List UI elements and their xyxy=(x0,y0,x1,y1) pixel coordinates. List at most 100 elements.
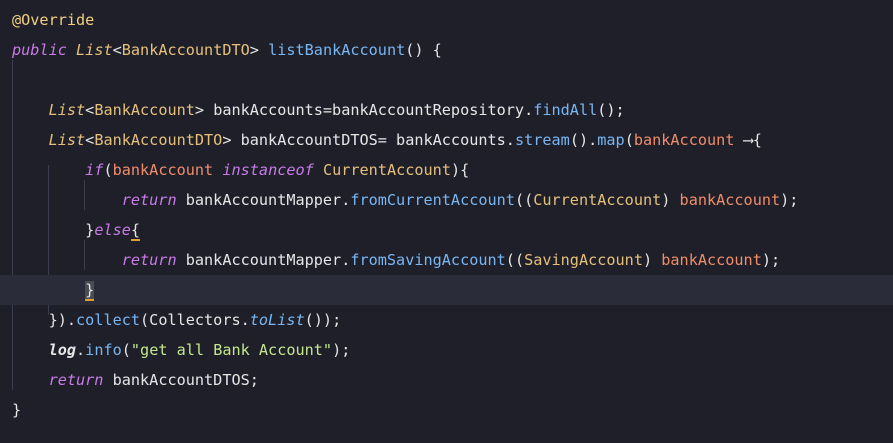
code-line[interactable] xyxy=(0,65,893,95)
code-token: stream xyxy=(514,131,570,149)
code-token: > bankAccounts=bankAccountRepository. xyxy=(194,101,534,119)
code-token: ⟶{ xyxy=(734,131,762,149)
code-token: ( xyxy=(103,161,113,179)
code-token: return xyxy=(48,371,104,389)
code-line[interactable]: log.info("get all Bank Account"); xyxy=(0,335,893,365)
code-token: > xyxy=(249,41,269,59)
code-token: < xyxy=(85,101,95,119)
code-token: toList xyxy=(249,311,305,329)
code-line[interactable]: } xyxy=(0,275,893,305)
code-token: () { xyxy=(405,41,442,59)
code-token: ()); xyxy=(304,311,342,329)
code-token: findAll xyxy=(533,101,598,119)
code-token: "get all Bank Account" xyxy=(130,341,333,359)
code-token: List xyxy=(76,41,113,59)
code-line-text: }else{ xyxy=(12,215,141,245)
code-token: ( xyxy=(121,341,131,359)
code-line-text: }).collect(Collectors.toList()); xyxy=(12,305,342,335)
code-token: ); xyxy=(332,341,351,359)
code-line[interactable]: return bankAccountMapper.fromCurrentAcco… xyxy=(0,185,893,215)
code-token: map xyxy=(597,131,625,149)
code-token: info xyxy=(85,341,122,359)
code-token: (( xyxy=(505,251,525,269)
code-line[interactable]: List<BankAccountDTO> bankAccountDTOS= ba… xyxy=(0,125,893,155)
code-token: (Collectors. xyxy=(140,311,250,329)
code-line[interactable]: return bankAccountDTOS; xyxy=(0,365,893,395)
code-token: bankAccount xyxy=(633,131,735,149)
code-token: bankAccount xyxy=(679,191,781,209)
code-token: bankAccountMapper. xyxy=(176,251,351,269)
code-line-text: } xyxy=(12,395,21,425)
code-token: fromCurrentAccount xyxy=(350,191,515,209)
code-token: ){ xyxy=(450,161,470,179)
code-token: (); xyxy=(597,101,625,119)
code-line[interactable]: } xyxy=(0,395,893,425)
code-token: return xyxy=(121,191,177,209)
code-token: List xyxy=(48,101,86,119)
code-line[interactable]: if(bankAccount instanceof CurrentAccount… xyxy=(0,155,893,185)
code-token: (( xyxy=(514,191,534,209)
code-line-text: return bankAccountMapper.fromCurrentAcco… xyxy=(12,185,799,215)
code-line[interactable]: }else{ xyxy=(0,215,893,245)
code-token: bankAccountDTOS; xyxy=(103,371,259,389)
code-token: log xyxy=(48,341,77,359)
code-line-text: @Override xyxy=(12,5,94,35)
code-token: BankAccountDTO xyxy=(94,131,223,149)
code-token: } xyxy=(85,281,95,301)
code-line[interactable]: public List<BankAccountDTO> listBankAcco… xyxy=(0,35,893,65)
code-line[interactable]: List<BankAccount> bankAccounts=bankAccou… xyxy=(0,95,893,125)
code-line[interactable]: @Override xyxy=(0,5,893,35)
code-token: } xyxy=(12,401,22,419)
code-line[interactable]: }).collect(Collectors.toList()); xyxy=(0,305,893,335)
code-token: SavingAccount xyxy=(524,251,643,269)
code-line-text: log.info("get all Bank Account"); xyxy=(12,335,351,365)
code-token: collect xyxy=(76,311,141,329)
code-token: }). xyxy=(12,311,77,329)
code-token: CurrentAccount xyxy=(322,161,451,179)
code-line-text: if(bankAccount instanceof CurrentAccount… xyxy=(12,155,469,185)
code-token: List xyxy=(48,131,86,149)
code-token: listBankAccount xyxy=(268,41,406,59)
code-token: else xyxy=(94,221,131,239)
code-token: if xyxy=(85,161,104,179)
code-line[interactable]: return bankAccountMapper.fromSavingAccou… xyxy=(0,245,893,275)
code-token: ) xyxy=(642,251,662,269)
code-token: bankAccount xyxy=(661,251,762,269)
code-token: { xyxy=(130,221,141,241)
code-line-text: return bankAccountDTOS; xyxy=(12,365,259,395)
code-token: ) xyxy=(661,191,680,209)
code-line-text: List<BankAccountDTO> bankAccountDTOS= ba… xyxy=(12,125,762,155)
code-editor[interactable]: @Override public List<BankAccountDTO> lis… xyxy=(0,0,893,443)
code-line-text: public List<BankAccountDTO> listBankAcco… xyxy=(12,35,442,65)
code-token: instanceof xyxy=(222,161,314,179)
code-token: } xyxy=(85,221,95,239)
code-token: return xyxy=(121,251,177,269)
code-line-text: return bankAccountMapper.fromSavingAccou… xyxy=(12,245,780,275)
code-token: bankAccountMapper. xyxy=(176,191,351,209)
code-token: ( xyxy=(624,131,634,149)
code-token: > bankAccountDTOS= bankAccounts. xyxy=(222,131,515,149)
code-token: BankAccountDTO xyxy=(121,41,250,59)
code-token: fromSavingAccount xyxy=(350,251,506,269)
code-token: ); xyxy=(761,251,781,269)
code-token: BankAccount xyxy=(94,101,195,119)
code-token: (). xyxy=(569,131,598,149)
code-token: @Override xyxy=(12,11,95,29)
code-line-text: } xyxy=(12,275,95,305)
code-token: < xyxy=(112,41,122,59)
code-token: bankAccount xyxy=(112,161,214,179)
code-token: ); xyxy=(780,191,799,209)
code-token: < xyxy=(85,131,95,149)
code-token: . xyxy=(76,341,86,359)
